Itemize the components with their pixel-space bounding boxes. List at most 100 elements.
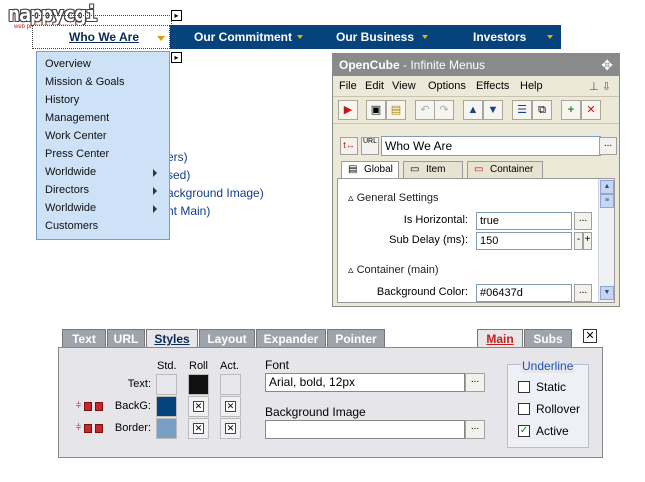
open-folder-icon[interactable]: ▤ bbox=[386, 100, 406, 120]
close-icon[interactable]: ✕ bbox=[583, 329, 597, 343]
scroll-thumb[interactable]: ≡ bbox=[600, 194, 614, 208]
style-link-icon[interactable] bbox=[84, 402, 92, 411]
move-down-icon[interactable]: ▼ bbox=[483, 100, 503, 120]
text-type-icon[interactable]: t↔ bbox=[340, 137, 358, 155]
save-icon[interactable]: ▣ bbox=[366, 100, 386, 120]
submenu-item[interactable]: History bbox=[45, 94, 79, 106]
prop-label: Sub Delay (ms): bbox=[389, 234, 468, 246]
scrollbar[interactable]: ▲ ≡ ▼ bbox=[598, 179, 614, 302]
chevron-right-icon bbox=[153, 169, 157, 177]
tab-label: Global bbox=[364, 164, 393, 175]
browse-button[interactable]: ... bbox=[465, 373, 485, 392]
tab-subs[interactable]: Subs bbox=[524, 329, 572, 347]
resize-handle-icon[interactable]: ▸ bbox=[171, 52, 182, 63]
redo-icon[interactable]: ↷ bbox=[434, 100, 454, 120]
font-field[interactable]: Arial, bold, 12px bbox=[265, 373, 465, 392]
section-container-main[interactable]: ▵ Container (main) bbox=[348, 263, 439, 276]
browse-button[interactable]: ... bbox=[574, 284, 592, 302]
backg-std-swatch[interactable] bbox=[156, 396, 177, 417]
scroll-down-icon[interactable]: ▼ bbox=[600, 286, 614, 300]
submenu-item[interactable]: Worldwide bbox=[45, 166, 96, 178]
none-icon: ✕ bbox=[225, 423, 236, 434]
text-act-swatch[interactable] bbox=[220, 374, 241, 395]
global-icon: ▤ bbox=[348, 164, 358, 175]
row-label-backg: BackG: bbox=[114, 400, 151, 412]
page-link[interactable]: nt Main) bbox=[167, 204, 210, 218]
section-title: Container (main) bbox=[356, 264, 439, 276]
indent-icon[interactable]: ☰ bbox=[512, 100, 532, 120]
move-icon[interactable]: ✥ bbox=[601, 57, 613, 73]
copy-style-icon[interactable]: ⫩ bbox=[76, 400, 81, 411]
static-checkbox[interactable] bbox=[518, 381, 530, 393]
tab-container[interactable]: ▭ Container bbox=[467, 161, 543, 179]
resize-handle-icon[interactable]: ▸ bbox=[171, 10, 182, 21]
duplicate-icon[interactable]: ⧉ bbox=[532, 100, 552, 120]
menu-file[interactable]: File bbox=[339, 80, 357, 92]
rollover-checkbox[interactable] bbox=[518, 403, 530, 415]
menu-item-our-commitment[interactable]: Our Commitment bbox=[194, 25, 292, 49]
browse-button[interactable]: ... bbox=[574, 212, 592, 230]
section-general-settings[interactable]: ▵ General Settings bbox=[348, 191, 439, 204]
tab-styles[interactable]: Styles bbox=[146, 329, 198, 347]
submenu-item[interactable]: Mission & Goals bbox=[45, 76, 124, 88]
background-color-field[interactable]: #06437d bbox=[476, 284, 572, 302]
undo-icon[interactable]: ↶ bbox=[415, 100, 435, 120]
background-image-label: Background Image bbox=[265, 405, 366, 419]
tab-layout[interactable]: Layout bbox=[199, 329, 255, 347]
increment-icon[interactable]: + bbox=[583, 232, 592, 250]
item-name-row: t↔ URL Who We Are ... bbox=[337, 135, 617, 157]
border-roll-swatch[interactable]: ✕ bbox=[188, 418, 209, 439]
menu-edit[interactable]: Edit bbox=[365, 80, 384, 92]
text-roll-swatch[interactable] bbox=[188, 374, 209, 395]
url-icon[interactable]: URL bbox=[361, 137, 379, 155]
page-link[interactable]: ers) bbox=[167, 150, 188, 164]
scroll-up-icon[interactable]: ▲ bbox=[600, 180, 614, 194]
submenu-item[interactable]: Overview bbox=[45, 58, 91, 70]
submenu-item[interactable]: Press Center bbox=[45, 148, 109, 160]
tab-item[interactable]: ▭ Item bbox=[403, 161, 463, 179]
browse-button[interactable]: ... bbox=[465, 420, 485, 439]
pin-icon[interactable]: ⊥ ⇩ bbox=[589, 80, 611, 93]
run-icon[interactable]: ▶ bbox=[338, 100, 358, 120]
is-horizontal-field[interactable]: true bbox=[476, 212, 572, 230]
backg-roll-swatch[interactable]: ✕ bbox=[188, 396, 209, 417]
tab-url[interactable]: URL bbox=[107, 329, 145, 347]
menu-item-investors[interactable]: Investors bbox=[473, 25, 526, 49]
style-link-icon[interactable] bbox=[84, 424, 92, 433]
column-header: Act. bbox=[220, 360, 239, 372]
page-link[interactable]: ackground Image) bbox=[167, 186, 264, 200]
window-title-bar[interactable]: OpenCube - Infinite Menus ✥ bbox=[333, 54, 619, 76]
page-link[interactable]: sed) bbox=[167, 168, 190, 182]
move-up-icon[interactable]: ▲ bbox=[463, 100, 483, 120]
submenu-item[interactable]: Directors bbox=[45, 184, 89, 196]
backg-act-swatch[interactable]: ✕ bbox=[220, 396, 241, 417]
submenu-item[interactable]: Worldwide bbox=[45, 202, 96, 214]
browse-button[interactable]: ... bbox=[599, 137, 617, 155]
tab-main[interactable]: Main bbox=[477, 329, 523, 347]
tab-pointer[interactable]: Pointer bbox=[327, 329, 385, 347]
text-std-swatch[interactable] bbox=[156, 374, 177, 395]
tab-expander[interactable]: Expander bbox=[256, 329, 326, 347]
submenu-item[interactable]: Management bbox=[45, 112, 109, 124]
menu-options[interactable]: Options bbox=[428, 80, 466, 92]
submenu-item[interactable]: Customers bbox=[45, 220, 98, 232]
sub-delay-field[interactable]: 150 bbox=[476, 232, 572, 250]
menu-effects[interactable]: Effects bbox=[476, 80, 509, 92]
copy-style-icon[interactable]: ⫩ bbox=[76, 422, 81, 433]
menu-help[interactable]: Help bbox=[520, 80, 543, 92]
background-image-field[interactable] bbox=[265, 420, 465, 439]
chevron-right-icon bbox=[153, 187, 157, 195]
item-name-field[interactable]: Who We Are bbox=[381, 136, 601, 156]
active-checkbox[interactable]: ✓ bbox=[518, 425, 530, 437]
border-std-swatch[interactable] bbox=[156, 418, 177, 439]
menu-item-who-we-are[interactable]: Who We Are bbox=[32, 25, 170, 49]
add-icon[interactable]: + bbox=[561, 100, 581, 120]
menu-item-our-business[interactable]: Our Business bbox=[336, 25, 414, 49]
tab-text[interactable]: Text bbox=[62, 329, 106, 347]
decrement-icon[interactable]: - bbox=[574, 232, 583, 250]
menu-view[interactable]: View bbox=[392, 80, 416, 92]
border-act-swatch[interactable]: ✕ bbox=[220, 418, 241, 439]
submenu-item[interactable]: Work Center bbox=[45, 130, 107, 142]
delete-icon[interactable]: ✕ bbox=[581, 100, 601, 120]
properties-panel: ▵ General Settings Is Horizontal: true .… bbox=[337, 178, 615, 303]
